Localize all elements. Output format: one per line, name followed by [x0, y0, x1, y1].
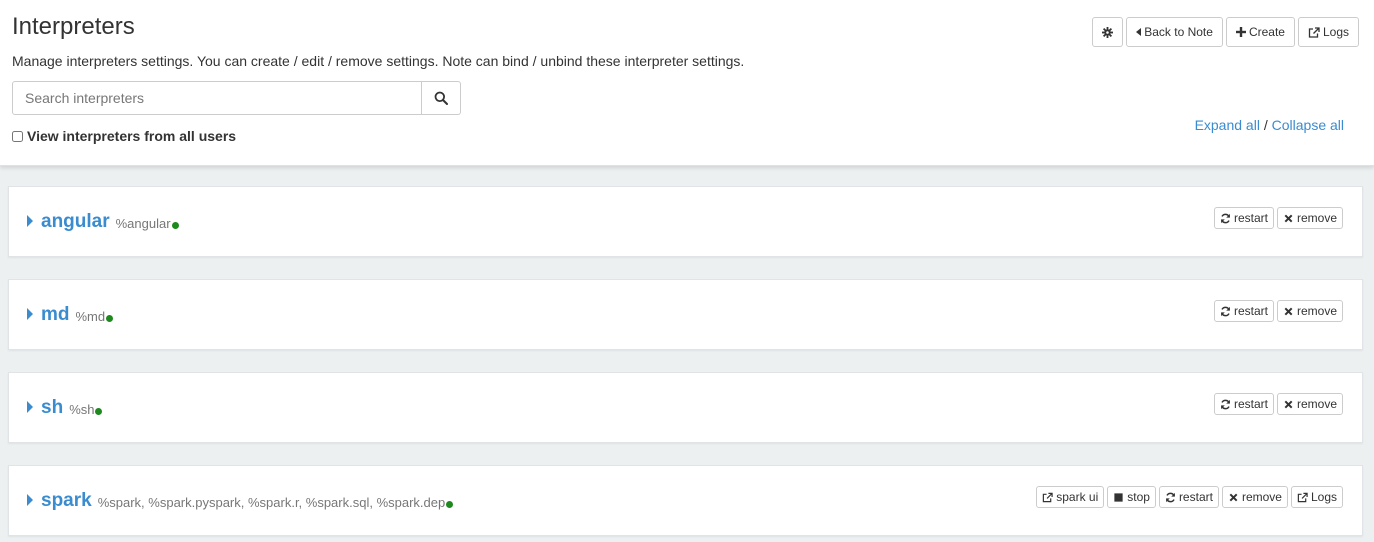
interpreter-name[interactable]: md: [41, 304, 70, 326]
interpreter-header: angular %angular: [27, 187, 179, 256]
remove-button[interactable]: remove: [1221, 486, 1288, 508]
external-link-icon: [1308, 26, 1320, 38]
remove-label: remove: [1296, 397, 1337, 411]
interpreter-bindings: %angular: [115, 216, 171, 231]
logs-label: Logs: [1322, 25, 1349, 39]
remove-button[interactable]: remove: [1276, 300, 1343, 322]
status-running-icon: [106, 315, 114, 322]
remove-button[interactable]: remove: [1276, 393, 1343, 415]
interpreter-actions: restart remove: [1213, 207, 1343, 229]
interpreter-header: spark %spark, %spark.pyspark, %spark.r, …: [27, 466, 454, 535]
refresh-icon: [1221, 399, 1230, 409]
status-running-icon: [95, 408, 103, 415]
external-link-icon: [1042, 492, 1053, 502]
restart-label: restart: [1233, 304, 1268, 318]
search-input[interactable]: [12, 81, 422, 115]
collapse-all-link[interactable]: Collapse all: [1272, 117, 1344, 133]
expand-caret-icon[interactable]: [27, 400, 33, 413]
interpreter-name[interactable]: angular: [41, 211, 110, 233]
spark-ui-label: spark ui: [1056, 490, 1099, 504]
logs-label: Logs: [1310, 490, 1337, 504]
close-icon: [1284, 214, 1293, 222]
page-header: Interpreters Manage interpreters setting…: [0, 0, 1374, 166]
remove-label: remove: [1296, 211, 1337, 225]
remove-label: remove: [1296, 304, 1337, 318]
interpreter-name[interactable]: sh: [41, 397, 63, 419]
interpreter-panel-md: md %md restart remove: [8, 279, 1363, 350]
interpreter-header: md %md: [27, 280, 114, 349]
expand-caret-icon[interactable]: [27, 307, 33, 320]
view-all-users-label: View interpreters from all users: [27, 128, 237, 144]
interpreter-actions: restart remove: [1213, 300, 1343, 322]
restart-button[interactable]: restart: [1213, 393, 1274, 415]
interpreter-bindings: %md: [75, 309, 106, 324]
gear-icon: [1102, 26, 1114, 38]
logs-button[interactable]: Logs: [1290, 486, 1343, 508]
stop-button[interactable]: stop: [1107, 486, 1156, 508]
expand-collapse-separator: /: [1263, 117, 1268, 133]
stop-label: stop: [1127, 490, 1150, 504]
interpreter-actions: restart remove: [1213, 393, 1343, 415]
restart-label: restart: [1233, 211, 1268, 225]
search-group: [12, 81, 461, 115]
close-icon: [1229, 493, 1238, 501]
close-icon: [1284, 307, 1293, 315]
status-running-icon: [446, 501, 454, 508]
interpreter-actions: spark ui stop restart remove Logs: [1036, 486, 1343, 508]
view-all-users-toggle[interactable]: View interpreters from all users: [12, 128, 236, 144]
view-all-users-checkbox[interactable]: [12, 130, 23, 142]
interpreter-panel-spark: spark %spark, %spark.pyspark, %spark.r, …: [8, 465, 1363, 536]
spark-ui-button[interactable]: spark ui: [1036, 486, 1105, 508]
interpreter-header: sh %sh: [27, 373, 103, 442]
refresh-icon: [1221, 213, 1230, 223]
interpreter-panel-angular: angular %angular restart remove: [8, 186, 1363, 257]
restart-button[interactable]: restart: [1213, 300, 1274, 322]
back-to-note-label: Back to Note: [1144, 25, 1213, 39]
page-title: Interpreters: [12, 13, 135, 40]
create-button[interactable]: Create: [1225, 17, 1295, 47]
restart-button[interactable]: restart: [1158, 486, 1219, 508]
close-icon: [1284, 400, 1293, 408]
restart-label: restart: [1233, 397, 1268, 411]
external-link-icon: [1297, 492, 1308, 502]
caret-left-icon: [1136, 28, 1142, 36]
refresh-icon: [1221, 306, 1230, 316]
top-actions: Back to Note Create Logs: [1092, 17, 1359, 47]
interpreter-name[interactable]: spark: [41, 490, 92, 512]
expand-caret-icon[interactable]: [27, 214, 33, 227]
expand-collapse-controls: Expand all / Collapse all: [1195, 117, 1344, 133]
settings-button[interactable]: [1092, 17, 1124, 47]
remove-button[interactable]: remove: [1276, 207, 1343, 229]
restart-button[interactable]: restart: [1213, 207, 1274, 229]
interpreter-panel-sh: sh %sh restart remove: [8, 372, 1363, 443]
interpreter-bindings: %sh: [69, 402, 95, 417]
create-label: Create: [1248, 25, 1285, 39]
restart-label: restart: [1178, 490, 1213, 504]
logs-button[interactable]: Logs: [1297, 17, 1359, 47]
interpreter-bindings: %spark, %spark.pyspark, %spark.r, %spark…: [97, 495, 446, 510]
search-button[interactable]: [422, 81, 461, 115]
page-description: Manage interpreters settings. You can cr…: [12, 53, 745, 69]
expand-caret-icon[interactable]: [27, 493, 33, 506]
plus-icon: [1235, 27, 1246, 37]
back-to-note-button[interactable]: Back to Note: [1126, 17, 1223, 47]
status-running-icon: [171, 222, 179, 229]
search-icon: [434, 91, 448, 105]
remove-label: remove: [1241, 490, 1282, 504]
expand-all-link[interactable]: Expand all: [1195, 117, 1260, 133]
refresh-icon: [1166, 492, 1175, 502]
stop-icon: [1114, 492, 1123, 502]
